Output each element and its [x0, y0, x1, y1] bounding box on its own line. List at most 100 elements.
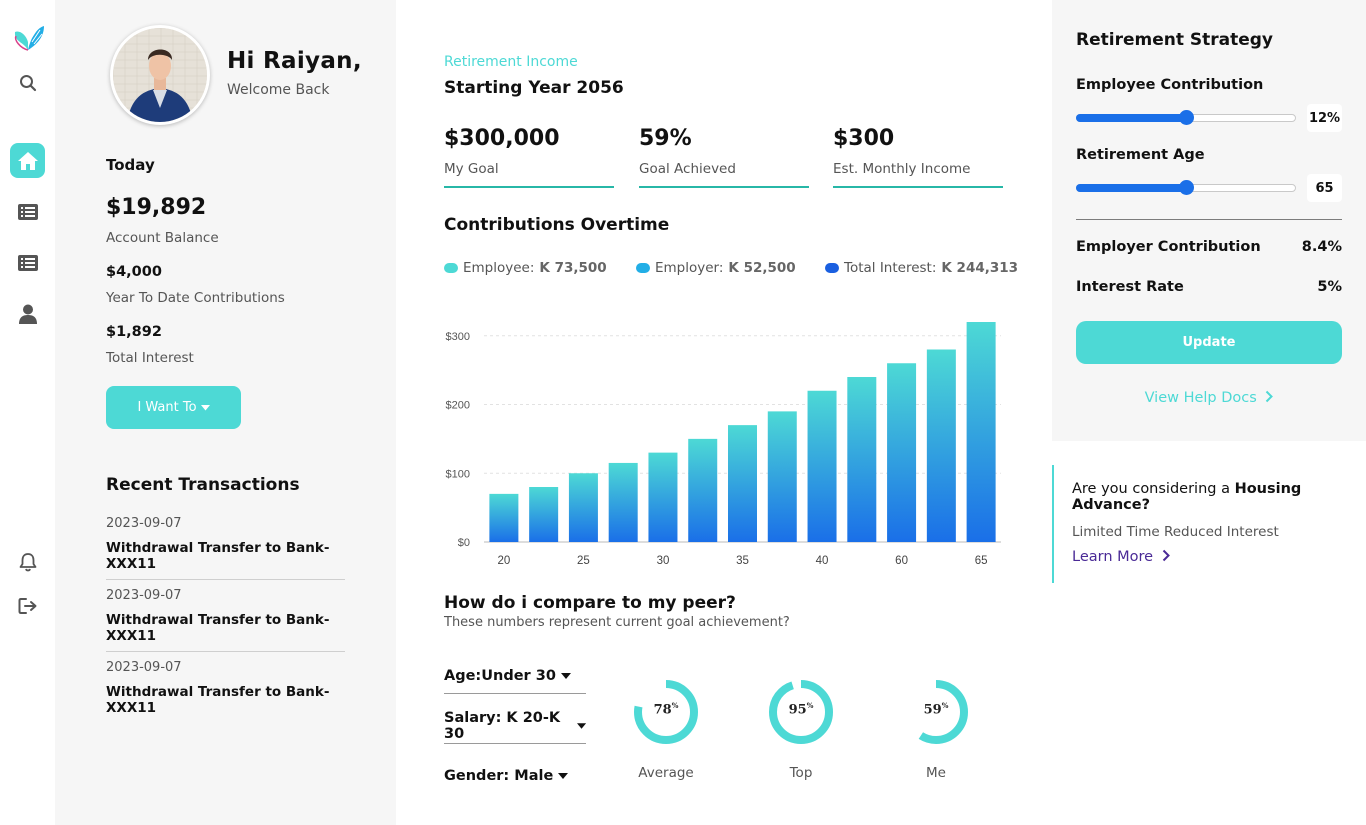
retirement-age-value[interactable]: 65: [1307, 174, 1342, 202]
slider-handle[interactable]: [1179, 110, 1194, 125]
chart-bar[interactable]: [688, 438, 718, 542]
update-button[interactable]: Update: [1076, 321, 1342, 364]
legend-value: K 52,500: [728, 260, 796, 276]
help-link-label: View Help Docs: [1144, 390, 1257, 406]
legend-name: Employer:: [655, 260, 724, 276]
kpi-label: My Goal: [444, 161, 499, 177]
caret-down-icon: [200, 400, 210, 415]
chart-bar[interactable]: [847, 377, 877, 542]
salary-filter-label: Salary: K 20-K 30: [444, 709, 561, 742]
retirement-income-title: Starting Year 2056: [444, 78, 624, 98]
donut-label: Me: [926, 765, 946, 781]
chevron-right-icon: [1266, 390, 1274, 403]
chart-bar[interactable]: [728, 425, 757, 542]
x-tick-label: 40: [816, 555, 829, 567]
list-icon[interactable]: [10, 245, 45, 280]
chart-bar[interactable]: [767, 411, 797, 542]
chart-bar[interactable]: [529, 487, 559, 542]
donut-label: Top: [789, 765, 813, 781]
y-tick-label: $200: [446, 400, 470, 412]
kpi-label: Est. Monthly Income: [833, 161, 971, 177]
user-icon[interactable]: [10, 296, 45, 331]
legend-employer: Employer: K 52,500: [636, 260, 796, 276]
total-interest-label: Total Interest: [106, 350, 194, 366]
promo-question: Are you considering a Housing Advance?: [1072, 481, 1322, 513]
x-tick-label: 65: [975, 555, 988, 567]
legend-dot: [636, 263, 650, 273]
transaction-date: 2023-09-07: [106, 588, 182, 603]
i-want-to-button[interactable]: I Want To: [106, 386, 241, 429]
promo-subtitle: Limited Time Reduced Interest: [1072, 524, 1279, 540]
chart-bar[interactable]: [608, 462, 638, 542]
transaction-date: 2023-09-07: [106, 660, 182, 675]
chart-bar[interactable]: [887, 363, 917, 542]
employee-contribution-slider[interactable]: [1076, 110, 1296, 125]
ytd-contributions-label: Year To Date Contributions: [106, 290, 285, 306]
gender-filter-dropdown[interactable]: Gender: Male: [444, 758, 586, 794]
view-help-docs-link[interactable]: View Help Docs: [1076, 390, 1342, 406]
logout-icon[interactable]: [10, 588, 45, 623]
search-icon[interactable]: [10, 65, 45, 100]
home-icon[interactable]: [10, 143, 45, 178]
employer-contribution-value: 8.4%: [1301, 239, 1342, 255]
x-tick-label: 35: [736, 555, 749, 567]
nav-rail: [0, 0, 55, 825]
profile-panel: Hi Raiyan, Welcome Back Today $19,892 Ac…: [55, 0, 396, 825]
housing-advance-promo: Are you considering a Housing Advance? L…: [1052, 465, 1352, 583]
i-want-to-label: I Want To: [137, 400, 197, 415]
transaction-item[interactable]: 2023-09-07 Withdrawal Transfer to Bank-X…: [106, 580, 345, 652]
donut-value: 59%: [923, 701, 949, 718]
divider: [1076, 219, 1342, 220]
chart-bar[interactable]: [648, 452, 678, 542]
chart-bar[interactable]: [966, 322, 996, 542]
transaction-item[interactable]: 2023-09-07 Withdrawal Transfer to Bank-X…: [106, 652, 345, 724]
learn-more-link[interactable]: Learn More: [1072, 549, 1170, 565]
legend-total-interest: Total Interest: K 244,313: [825, 260, 1018, 276]
caret-down-icon: [576, 722, 586, 729]
donut-top: 95% Top: [766, 677, 836, 781]
kpi-goal-achieved: 59% Goal Achieved: [639, 126, 809, 188]
retirement-strategy-panel: Retirement Strategy Employee Contributio…: [1052, 0, 1366, 441]
avatar[interactable]: [110, 25, 210, 125]
retirement-income-subtitle: Retirement Income: [444, 54, 578, 70]
chart-bar[interactable]: [926, 349, 956, 543]
app: Hi Raiyan, Welcome Back Today $19,892 Ac…: [0, 0, 1366, 825]
employee-contribution-label: Employee Contribution: [1076, 77, 1264, 93]
x-tick-label: 30: [657, 555, 670, 567]
logo-butterfly-icon[interactable]: [10, 20, 46, 56]
retirement-age-slider[interactable]: [1076, 180, 1296, 195]
age-filter-dropdown[interactable]: Age:Under 30: [444, 658, 586, 694]
main-content: Retirement Income Starting Year 2056 $30…: [396, 0, 1052, 825]
x-tick-label: 20: [497, 555, 510, 567]
legend-employee: Employee: K 73,500: [444, 260, 607, 276]
x-tick-label: 60: [895, 555, 908, 567]
slider-fill: [1076, 114, 1186, 122]
kpi-value: $300,000: [444, 126, 560, 151]
peer-compare-title: How do i compare to my peer?: [444, 593, 736, 613]
donut-label: Average: [638, 765, 694, 781]
contributions-title: Contributions Overtime: [444, 215, 670, 235]
chevron-right-icon: [1162, 549, 1170, 562]
chart-bar[interactable]: [568, 473, 598, 542]
chart-bar[interactable]: [489, 493, 519, 542]
employee-contribution-value[interactable]: 12%: [1307, 104, 1342, 132]
ytd-contributions: $4,000: [106, 264, 162, 280]
bell-icon[interactable]: [10, 544, 45, 579]
salary-filter-dropdown[interactable]: Salary: K 20-K 30: [444, 708, 586, 744]
welcome-text: Welcome Back: [227, 82, 330, 98]
legend-value: K 73,500: [539, 260, 607, 276]
list-icon[interactable]: [10, 194, 45, 229]
interest-rate-row: Interest Rate 5%: [1076, 279, 1342, 295]
total-interest: $1,892: [106, 324, 162, 340]
kpi-value: $300: [833, 126, 895, 151]
slider-handle[interactable]: [1179, 180, 1194, 195]
kpi-value: 59%: [639, 126, 692, 151]
transaction-item[interactable]: 2023-09-07 Withdrawal Transfer to Bank-X…: [106, 508, 345, 580]
y-tick-label: $100: [446, 468, 470, 480]
chart-bar[interactable]: [807, 390, 837, 542]
gender-filter-label: Gender: Male: [444, 768, 554, 784]
kpi-my-goal: $300,000 My Goal: [444, 126, 614, 188]
recent-transactions-title: Recent Transactions: [106, 475, 300, 495]
donut-average: 78% Average: [631, 677, 701, 781]
slider-fill: [1076, 184, 1186, 192]
